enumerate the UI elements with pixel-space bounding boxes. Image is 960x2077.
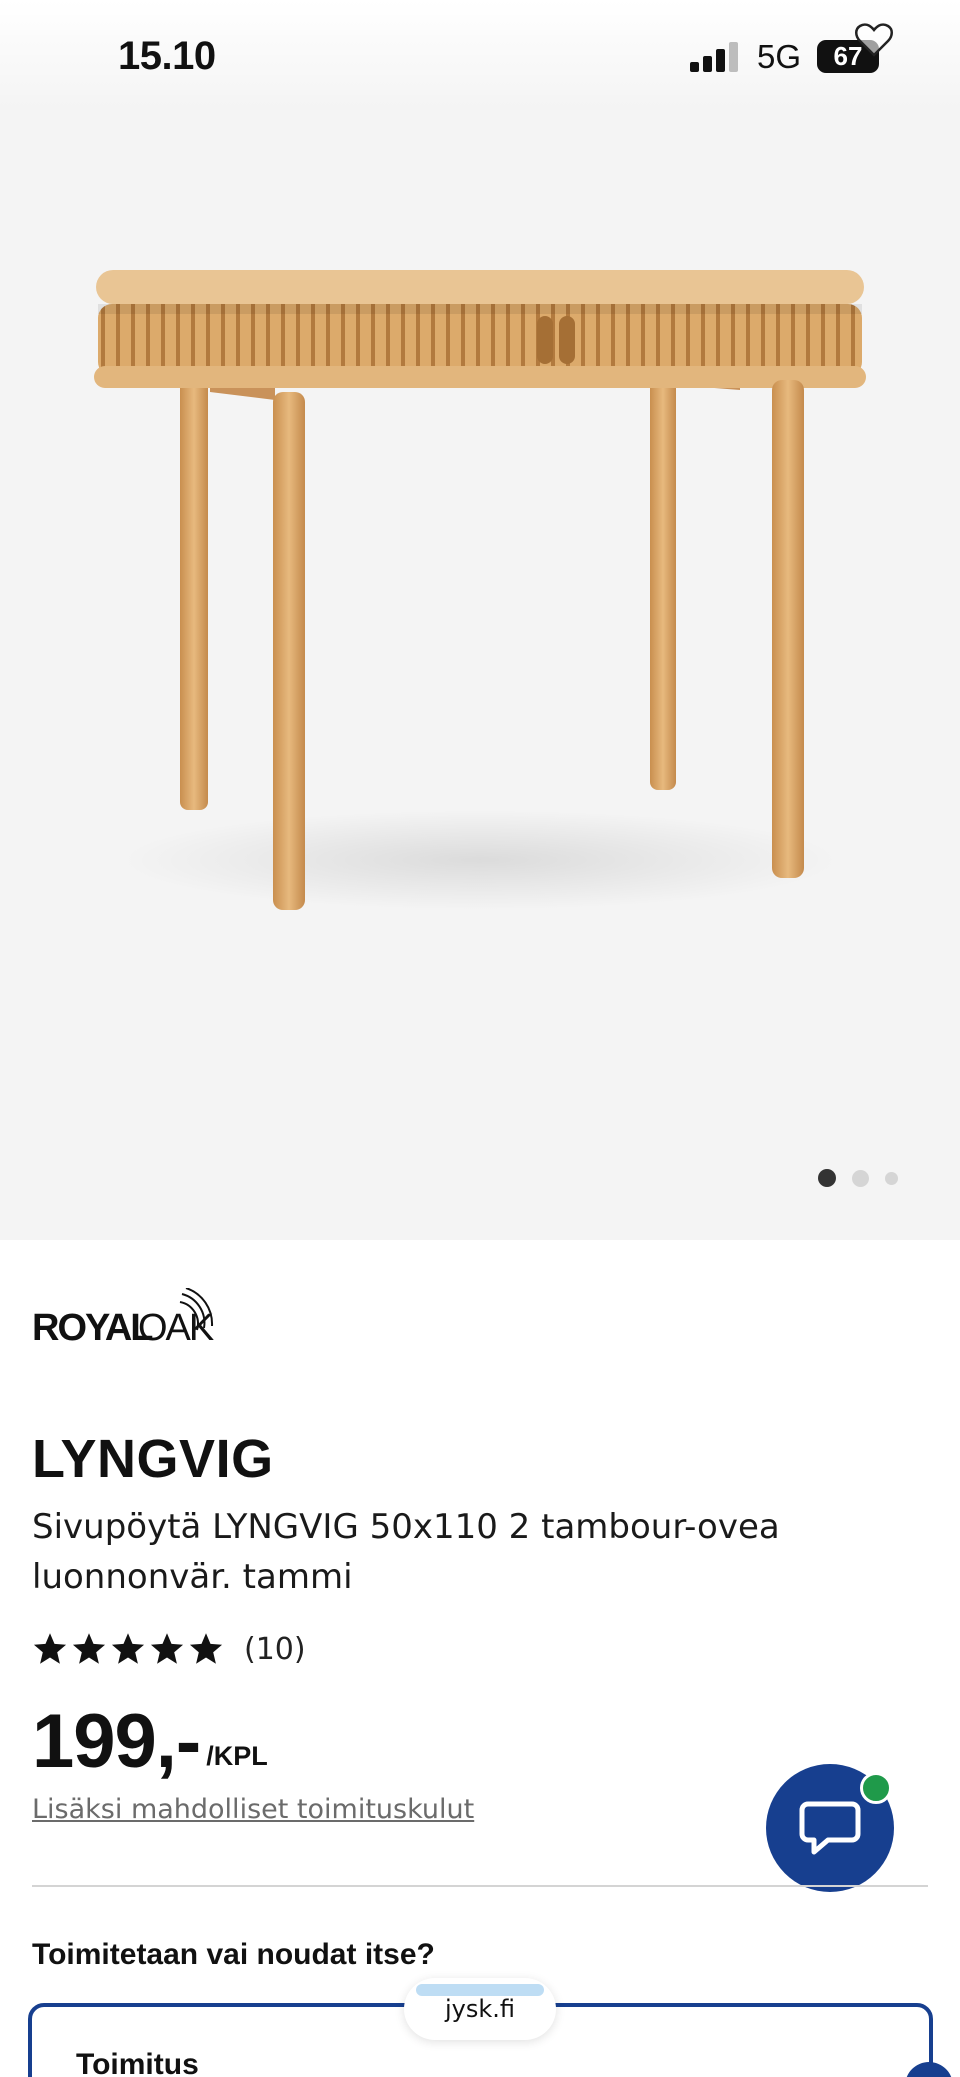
star-icon — [150, 1633, 184, 1664]
product-image[interactable] — [60, 220, 900, 960]
star-icon — [33, 1633, 67, 1664]
star-icon — [189, 1633, 223, 1664]
price-unit: /KPL — [206, 1741, 268, 1771]
favorite-heart-icon[interactable] — [854, 22, 894, 58]
delivery-section-heading: Toimitetaan vai noudat itse? — [32, 1938, 435, 1971]
divider — [32, 1885, 928, 1887]
svg-text:ROYAL: ROYAL — [32, 1307, 153, 1348]
chat-bubble-icon — [799, 1801, 861, 1855]
product-image-gallery[interactable]: 15.10 5G 67 — [0, 0, 960, 1240]
rating-stars — [32, 1631, 224, 1667]
shipping-costs-link[interactable]: Lisäksi mahdolliset toimituskulut — [32, 1794, 474, 1825]
star-icon — [111, 1633, 145, 1664]
browser-url-bar[interactable]: jysk.fi — [404, 1978, 556, 2040]
carousel-dot[interactable] — [885, 1171, 898, 1185]
carousel-dot-active[interactable] — [818, 1169, 836, 1187]
browser-url: jysk.fi — [444, 1995, 516, 2023]
signal-strength-icon — [690, 42, 738, 72]
product-name: LYNGVIG — [32, 1429, 274, 1489]
price-value: 199,- — [32, 1699, 201, 1784]
status-bar: 15.10 5G 67 — [0, 0, 960, 110]
status-time: 15.10 — [118, 34, 216, 78]
product-rating[interactable]: (10) — [32, 1628, 306, 1670]
review-count-link[interactable]: (10) — [244, 1632, 306, 1667]
price-block: 199,- /KPL — [32, 1700, 268, 1780]
network-type-label: 5G — [757, 38, 802, 75]
delivery-option-title: Toimitus — [76, 2048, 199, 2077]
url-bar-highlight — [416, 1984, 544, 1996]
carousel-dots[interactable] — [818, 1168, 898, 1188]
brand-logo: ROYAL OAK — [32, 1288, 216, 1348]
product-description: Sivupöytä LYNGVIG 50x110 2 tambour-ovea … — [32, 1507, 780, 1597]
chat-online-indicator — [860, 1772, 892, 1804]
carousel-dot[interactable] — [852, 1169, 869, 1187]
star-icon — [72, 1633, 106, 1664]
